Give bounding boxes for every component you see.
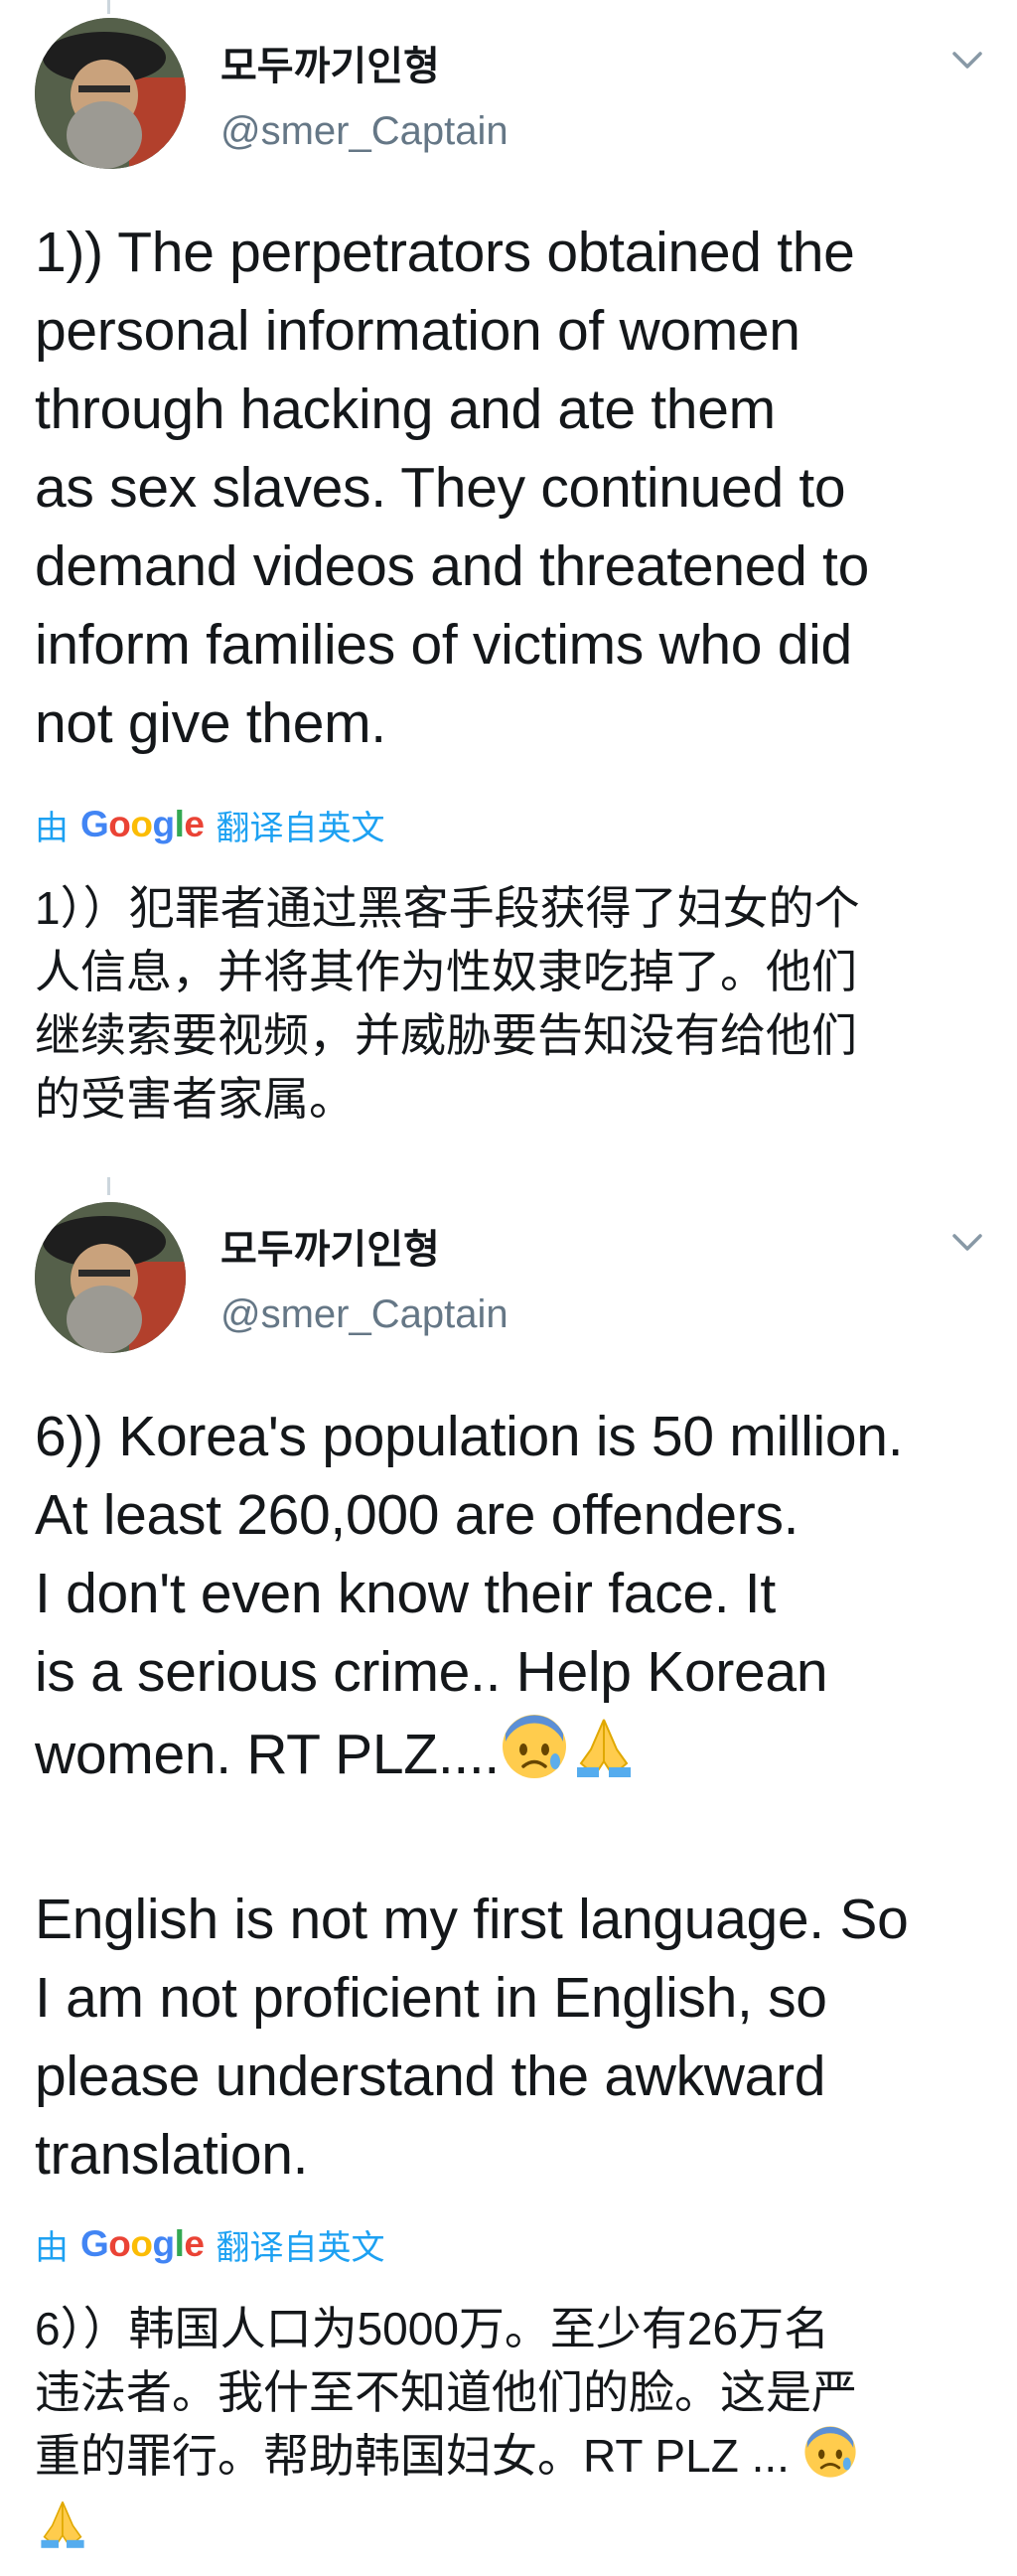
avatar[interactable] xyxy=(35,1202,186,1353)
chevron-down-icon[interactable] xyxy=(948,1227,986,1257)
translated-by-google[interactable]: 由 Google 翻译自英文 xyxy=(35,2220,384,2268)
text-line: translation. xyxy=(35,2123,309,2187)
handle[interactable]: @smer_Captain xyxy=(220,1292,508,1337)
folded-hands-icon xyxy=(35,2496,90,2567)
text-line: I don't even know their face. It xyxy=(35,1562,776,1625)
text-line: women. RT PLZ.... xyxy=(35,1723,500,1786)
text-line: I am not proficient in English, so xyxy=(35,1966,827,2030)
text-line: please understand the awkward xyxy=(35,2045,826,2108)
translate-suffix: 翻译自英文 xyxy=(216,2228,385,2267)
chevron-down-icon[interactable] xyxy=(948,45,986,75)
google-logo: Google xyxy=(80,2223,205,2264)
anxious-face-icon xyxy=(802,2424,858,2496)
tweet-2[interactable]: 모두까기인형 @smer_Captain 6)) Korea's populat… xyxy=(0,1187,1017,2576)
avatar[interactable] xyxy=(35,18,186,169)
translated-line: 重的罪行。帮助韩国妇女。RT PLZ ... xyxy=(35,2430,802,2482)
google-logo: Google xyxy=(80,804,205,844)
text-line: 6)) Korea's population is 50 million. xyxy=(35,1405,904,1468)
translate-prefix: 由 xyxy=(35,809,69,847)
translated-line: 违法者。我什至不知道他们的脸。这是严 xyxy=(35,2366,857,2418)
text-line: is a serious crime.. Help Korean xyxy=(35,1640,828,1704)
translate-prefix: 由 xyxy=(35,2228,69,2267)
tweet-text: 6)) Korea's population is 50 million. At… xyxy=(35,1398,988,2195)
display-name[interactable]: 모두까기인형 xyxy=(220,1217,440,1275)
text-line: At least 260,000 are offenders. xyxy=(35,1483,799,1547)
translated-text: 1））犯罪者通过黑客手段获得了妇女的个 人信息，并将其作为性奴隶吃掉了。他们 继… xyxy=(35,882,860,1125)
tweet-1[interactable]: 모두까기인형 @smer_Captain 1)) The perpetrator… xyxy=(0,0,1017,1172)
translated-text: 6））韩国人口为5000万。至少有26万名 违法者。我什至不知道他们的脸。这是严… xyxy=(35,2297,988,2567)
handle[interactable]: @smer_Captain xyxy=(220,109,508,154)
translated-by-google[interactable]: 由 Google 翻译自英文 xyxy=(35,801,384,848)
display-name[interactable]: 모두까기인형 xyxy=(220,34,440,91)
tweet-text: 1)) The perpetrators obtained the person… xyxy=(35,221,869,755)
translated-line: 6））韩国人口为5000万。至少有26万名 xyxy=(35,2303,830,2354)
text-line: English is not my first language. So xyxy=(35,1888,909,1951)
anxious-face-icon xyxy=(500,1712,569,1802)
folded-hands-icon xyxy=(569,1712,639,1802)
translate-suffix: 翻译自英文 xyxy=(216,809,385,847)
